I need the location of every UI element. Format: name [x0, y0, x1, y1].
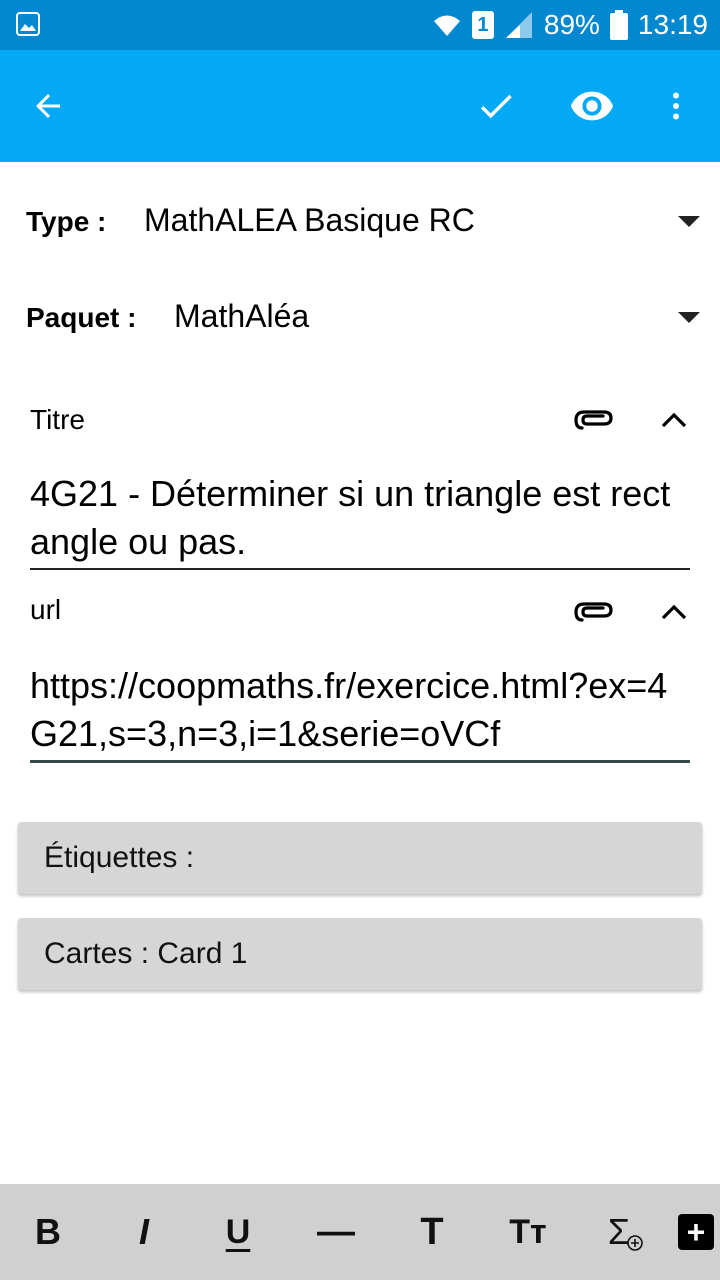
preview-button[interactable]	[564, 78, 620, 134]
sim-icon: 1	[471, 11, 494, 39]
horizontal-rule-button[interactable]: —	[306, 1202, 366, 1262]
chevron-up-icon	[661, 604, 687, 620]
underline-button[interactable]: U	[208, 1202, 268, 1262]
add-toolbar-item-button[interactable]: +	[666, 1202, 720, 1262]
tags-label: Étiquettes :	[44, 841, 195, 874]
eye-icon	[570, 91, 614, 121]
add-circle-icon	[627, 1235, 643, 1251]
attach-media-button[interactable]	[572, 398, 616, 442]
status-bar: 1 89% 13:19	[0, 0, 720, 50]
type-label: Type :	[26, 206, 107, 237]
collapse-field-button[interactable]	[652, 590, 696, 634]
cards-button[interactable]: Cartes : Card 1	[18, 918, 702, 990]
deck-label: Paquet :	[26, 302, 137, 333]
clock: 13:19	[637, 9, 708, 40]
field-label-url: url	[30, 594, 62, 625]
dropdown-arrow-icon	[678, 216, 700, 227]
type-value: MathALEA Basique RC	[144, 202, 475, 238]
title-button[interactable]: T	[402, 1202, 462, 1262]
battery-percent: 89%	[543, 9, 600, 40]
save-button[interactable]	[468, 78, 524, 134]
sim-number: 1	[477, 13, 489, 36]
formatting-toolbar: B I U — T Tт Σ +	[0, 1184, 720, 1280]
tags-button[interactable]: Étiquettes :	[18, 822, 702, 894]
italic-button[interactable]: I	[114, 1202, 174, 1262]
field-input-url[interactable]: https://coopmaths.fr/exercice.html?ex=4G…	[30, 662, 690, 758]
cards-label: Cartes : Card 1	[44, 937, 248, 970]
deck-spinner[interactable]: Paquet : MathAléa	[0, 282, 720, 352]
underline-icon: U	[225, 1212, 251, 1251]
mathjax-button[interactable]: Σ	[596, 1202, 656, 1262]
battery-icon	[609, 10, 628, 40]
bold-icon: B	[35, 1211, 61, 1252]
bold-button[interactable]: B	[18, 1202, 78, 1262]
back-button[interactable]	[20, 78, 76, 134]
font-size-icon: Tт	[509, 1212, 547, 1251]
wifi-icon	[432, 12, 462, 38]
field-underline-focused	[30, 760, 690, 763]
app-bar	[0, 50, 720, 162]
more-vertical-icon	[673, 92, 679, 120]
field-label-titre: Titre	[30, 404, 85, 435]
gallery-notification-icon	[16, 12, 40, 36]
dropdown-arrow-icon	[678, 312, 700, 323]
check-icon	[480, 94, 512, 119]
deck-value: MathAléa	[174, 298, 310, 334]
signal-icon	[504, 11, 534, 39]
title-icon: T	[420, 1210, 444, 1253]
italic-icon: I	[138, 1211, 149, 1252]
arrow-left-icon	[36, 94, 60, 118]
paperclip-icon	[574, 410, 613, 430]
horizontal-rule-icon: —	[317, 1210, 355, 1253]
font-size-button[interactable]: Tт	[498, 1202, 558, 1262]
add-plus: +	[686, 1214, 706, 1250]
chevron-up-icon	[661, 412, 687, 428]
note-type-spinner[interactable]: Type : MathALEA Basique RC	[0, 186, 720, 256]
attach-media-button[interactable]	[572, 590, 616, 634]
paperclip-icon	[574, 602, 613, 622]
field-underline	[30, 568, 690, 570]
collapse-field-button[interactable]	[652, 398, 696, 442]
more-options-button[interactable]	[648, 78, 704, 134]
field-input-titre[interactable]: 4G21 - Déterminer si un triangle est rec…	[30, 470, 690, 566]
add-box-icon: +	[678, 1214, 714, 1250]
